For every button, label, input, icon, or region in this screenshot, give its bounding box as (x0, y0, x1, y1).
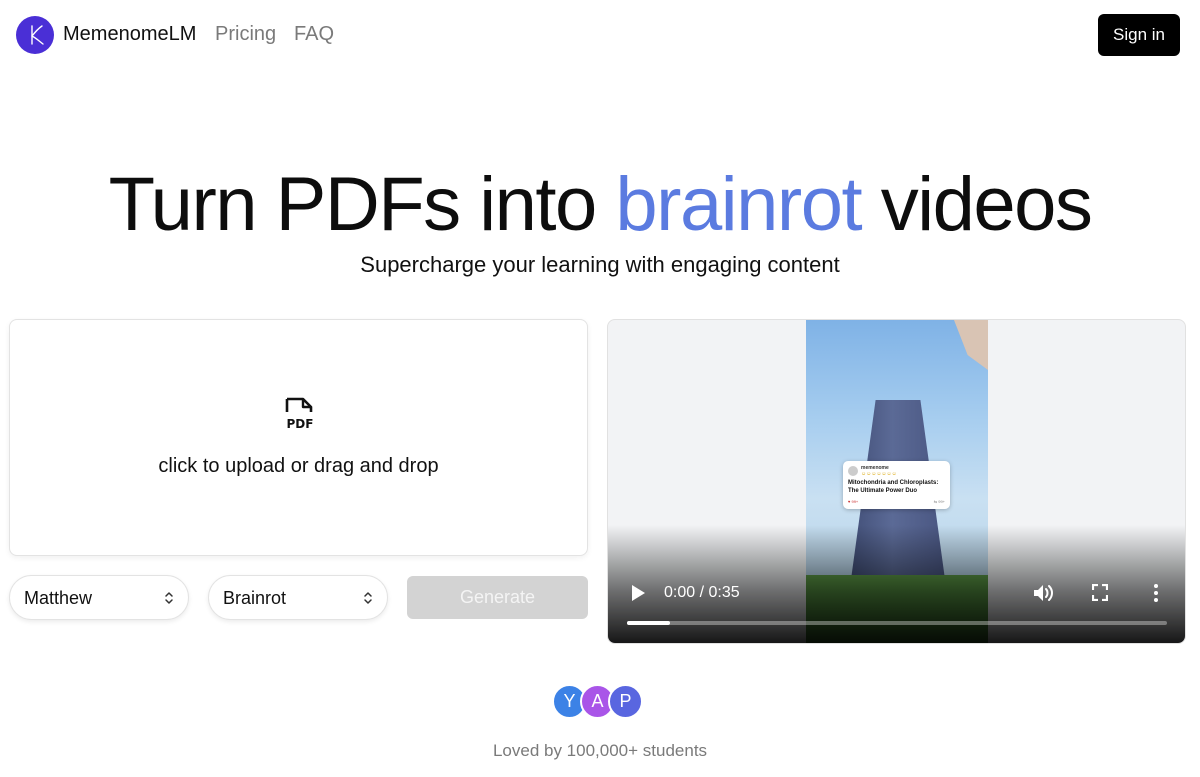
chevron-updown-icon (364, 592, 372, 604)
title-part-1: Turn PDFs into (108, 162, 616, 247)
title-accent: brainrot (615, 162, 862, 247)
style-select[interactable]: Brainrot (208, 575, 388, 620)
social-proof-text: Loved by 100,000+ students (492, 741, 708, 760)
sign-in-button[interactable]: Sign in (1098, 14, 1180, 56)
voice-select-value: Matthew (24, 588, 93, 608)
card-likes: ♥ 99+ (848, 499, 859, 504)
play-icon[interactable] (630, 584, 646, 602)
nav-link-faq[interactable]: FAQ (294, 23, 334, 46)
brand-logo[interactable] (16, 16, 54, 54)
card-emoji-row: ☺☺☺☺☺☺☺ (861, 471, 897, 477)
avatar: P (608, 684, 643, 719)
video-controls: 0:00 / 0:35 (608, 525, 1185, 643)
page-subtitle: Supercharge your learning with engaging … (360, 252, 840, 277)
video-player[interactable]: memenome ☺☺☺☺☺☺☺ Mitochondria and Chloro… (607, 319, 1186, 644)
title-part-2: videos (861, 162, 1093, 247)
chevron-updown-icon (165, 592, 173, 604)
logo-mark-icon (31, 25, 44, 45)
student-avatars: Y A P (552, 684, 648, 720)
card-shares: ⇆ 99+ (933, 499, 945, 504)
pdf-upload-dropzone[interactable]: PDF click to upload or drag and drop (9, 319, 588, 556)
nav-link-pricing[interactable]: Pricing (215, 23, 276, 46)
card-title: Mitochondria and Chloroplasts: The Ultim… (848, 480, 939, 494)
fullscreen-icon[interactable] (1092, 584, 1108, 601)
pdf-file-icon: PDF (285, 397, 314, 431)
pdf-icon-label: PDF (287, 417, 314, 431)
more-options-icon[interactable] (1153, 583, 1159, 603)
upload-instructions: click to upload or drag and drop (158, 455, 439, 477)
voice-select[interactable]: Matthew (9, 575, 189, 620)
volume-icon[interactable] (1033, 583, 1055, 603)
frame-wall (954, 320, 988, 370)
top-nav: MemenomeLM Pricing FAQ Sign in (0, 0, 1200, 70)
card-avatar (848, 466, 858, 476)
video-progress-bar[interactable] (627, 621, 1167, 625)
generate-button[interactable]: Generate (407, 576, 588, 619)
video-caption-card: memenome ☺☺☺☺☺☺☺ Mitochondria and Chloro… (843, 461, 950, 509)
video-progress-fill (627, 621, 671, 625)
page-title: Turn PDFs into brainrot videos (0, 160, 1200, 250)
brand-name[interactable]: MemenomeLM (63, 23, 196, 46)
video-time: 0:00 / 0:35 (664, 584, 740, 601)
style-select-value: Brainrot (223, 588, 287, 608)
